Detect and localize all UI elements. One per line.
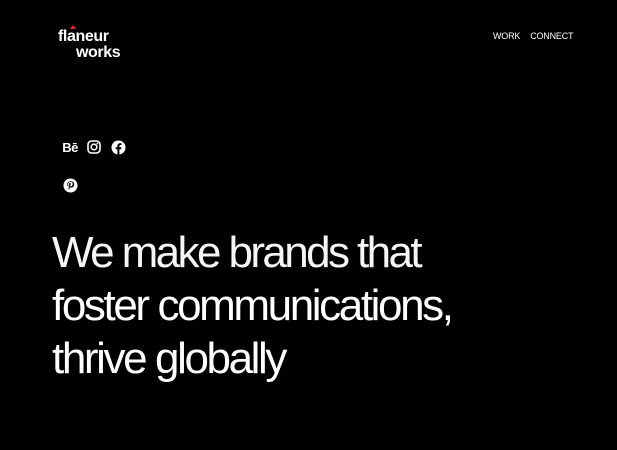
brand-logo[interactable]: flaneur works <box>58 25 128 65</box>
main-nav: WORK CONNECT <box>493 31 574 41</box>
nav-item-work[interactable]: WORK <box>493 31 520 41</box>
facebook-icon[interactable] <box>110 139 126 155</box>
logo-text-line1: flaneur <box>58 28 109 45</box>
instagram-icon[interactable] <box>86 139 102 155</box>
behance-icon[interactable]: Bē <box>61 139 79 155</box>
logo-text-line2: works <box>76 44 121 61</box>
hero-line-2: foster communications, <box>52 281 454 330</box>
nav-item-connect[interactable]: CONNECT <box>530 31 573 41</box>
hero-line-3: thrive globally <box>52 334 287 383</box>
hero-line-1: We make brands that <box>52 228 423 277</box>
pinterest-icon[interactable] <box>62 177 78 193</box>
hero-headline: We make brands that foster communication… <box>52 226 454 385</box>
